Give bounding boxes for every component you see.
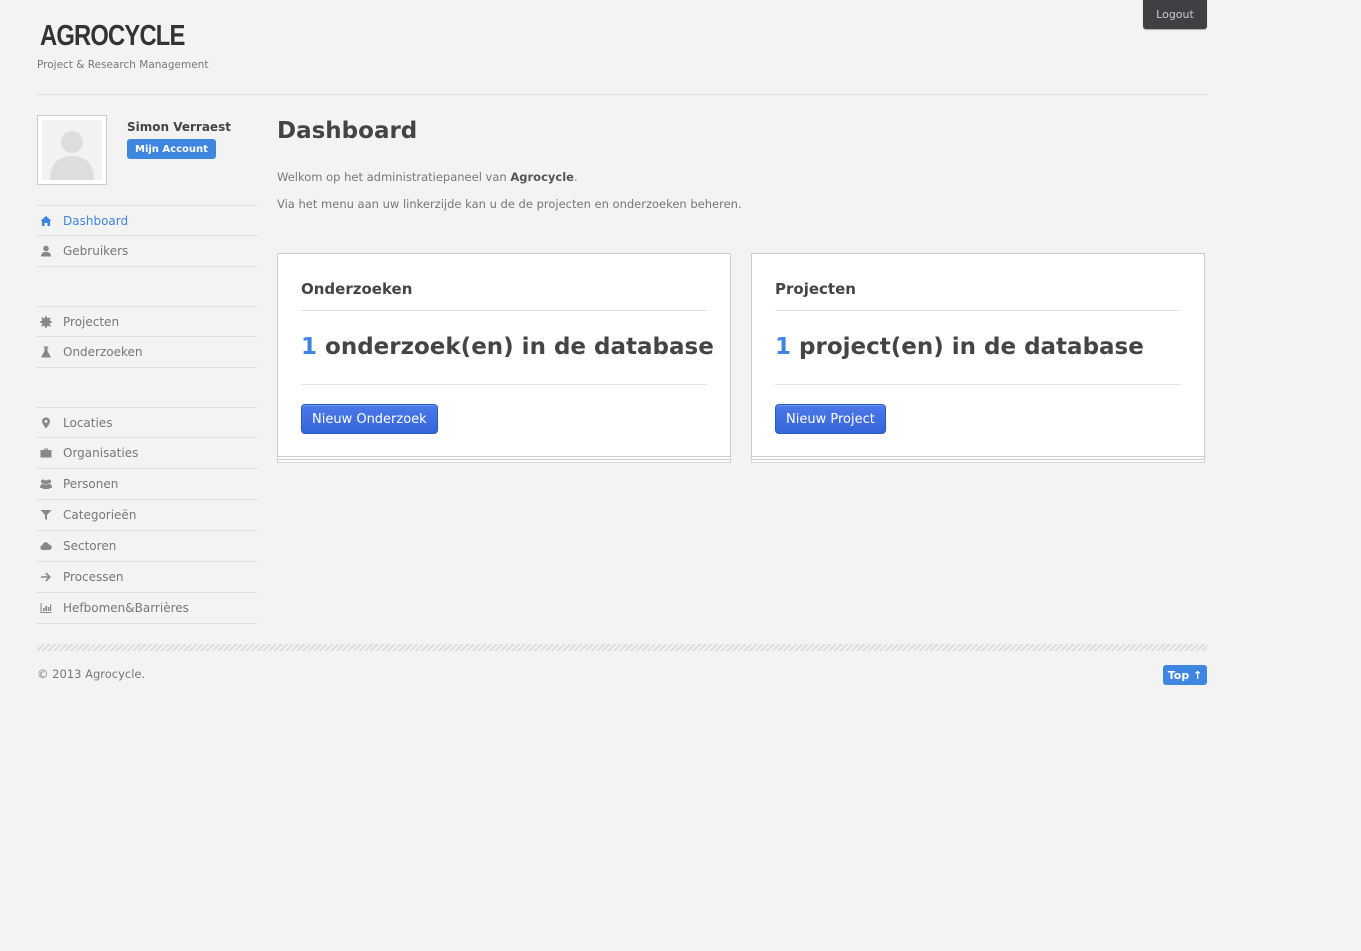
cloud-icon (39, 539, 53, 553)
sidebar-item-label: Onderzoeken (63, 345, 143, 359)
avatar-placeholder-icon (42, 120, 102, 180)
sidebar-item-projecten[interactable]: Projecten (37, 306, 257, 337)
card-count: 1 project(en) in de database (775, 334, 1144, 360)
group-icon (39, 477, 53, 491)
instructions-text: Via het menu aan uw linkerzijde kan u de… (277, 197, 742, 211)
header-divider (37, 94, 1207, 95)
flask-icon (39, 345, 53, 359)
new-project-button[interactable]: Nieuw Project (775, 404, 886, 434)
page-title: Dashboard (277, 118, 418, 144)
map-marker-icon (39, 416, 53, 430)
sidebar-item-label: Hefbomen&Barrières (63, 601, 189, 615)
welcome-brand: Agrocycle (510, 170, 574, 184)
copyright-text: © 2013 Agrocycle. (37, 667, 146, 681)
user-icon (39, 244, 53, 258)
welcome-suffix: . (573, 170, 578, 184)
sidebar-item-label: Projecten (63, 314, 120, 329)
onderzoeken-card: Onderzoeken 1 onderzoek(en) in de databas… (277, 253, 731, 457)
app-logo[interactable]: AGROCYCLE (40, 20, 185, 53)
welcome-text: Welkom op het administratiepaneel van Ag… (277, 170, 578, 184)
card-divider (301, 310, 707, 311)
card-divider (775, 310, 1181, 311)
sidebar-item-label: Categorieën (63, 508, 137, 522)
sidebar-item-onderzoeken[interactable]: Onderzoeken (37, 337, 257, 368)
avatar[interactable] (37, 115, 107, 185)
sidebar-item-label: Locaties (63, 415, 113, 430)
card-title: Projecten (775, 280, 856, 298)
bar-chart-icon (39, 601, 53, 615)
count-number: 1 (301, 334, 318, 360)
home-icon (39, 214, 53, 228)
sidebar-item-label: Dashboard (63, 213, 129, 228)
cog-icon (39, 315, 53, 329)
sidebar-item-hefbomen-barrieres[interactable]: Hefbomen&Barrières (37, 593, 257, 624)
sidebar-item-organisaties[interactable]: Organisaties (37, 438, 257, 469)
back-to-top-button[interactable]: Top ↑ (1163, 665, 1207, 685)
sidebar-item-label: Processen (63, 570, 124, 584)
footer-divider (37, 644, 1207, 651)
new-onderzoek-button[interactable]: Nieuw Onderzoek (301, 404, 438, 434)
count-text: onderzoek(en) in de database (325, 334, 714, 360)
sidebar-group-main: Dashboard Gebruikers (37, 205, 257, 267)
sidebar-item-gebruikers[interactable]: Gebruikers (37, 236, 257, 267)
sidebar-item-label: Organisaties (63, 446, 139, 460)
app-tagline: Project & Research Management (37, 59, 209, 71)
filter-icon (39, 508, 53, 522)
welcome-prefix: Welkom op het administratiepaneel van (277, 170, 511, 184)
sidebar-item-sectoren[interactable]: Sectoren (37, 531, 257, 562)
sidebar-item-label: Gebruikers (63, 244, 129, 258)
card-divider (301, 384, 707, 385)
sidebar-group-projects: Projecten Onderzoeken (37, 306, 257, 368)
sidebar-group-data: Locaties Organisaties Personen Categorie… (37, 407, 257, 624)
sidebar-item-locaties[interactable]: Locaties (37, 407, 257, 438)
sidebar-item-label: Sectoren (63, 539, 117, 553)
sidebar-item-personen[interactable]: Personen (37, 469, 257, 500)
logout-button[interactable]: Logout (1143, 0, 1207, 29)
arrow-right-icon (39, 570, 53, 584)
sidebar-item-dashboard[interactable]: Dashboard (37, 205, 257, 236)
briefcase-icon (39, 446, 53, 460)
card-title: Onderzoeken (301, 280, 413, 298)
count-number: 1 (775, 334, 792, 360)
count-text: project(en) in de database (799, 334, 1144, 360)
my-account-button[interactable]: Mijn Account (127, 139, 216, 159)
sidebar-item-label: Personen (63, 477, 119, 491)
sidebar-item-categorieen[interactable]: Categorieën (37, 500, 257, 531)
projecten-card: Projecten 1 project(en) in de database Ni… (751, 253, 1205, 457)
card-count: 1 onderzoek(en) in de database (301, 334, 714, 360)
user-name: Simon Verraest (127, 120, 231, 134)
card-divider (775, 384, 1181, 385)
sidebar-item-processen[interactable]: Processen (37, 562, 257, 593)
